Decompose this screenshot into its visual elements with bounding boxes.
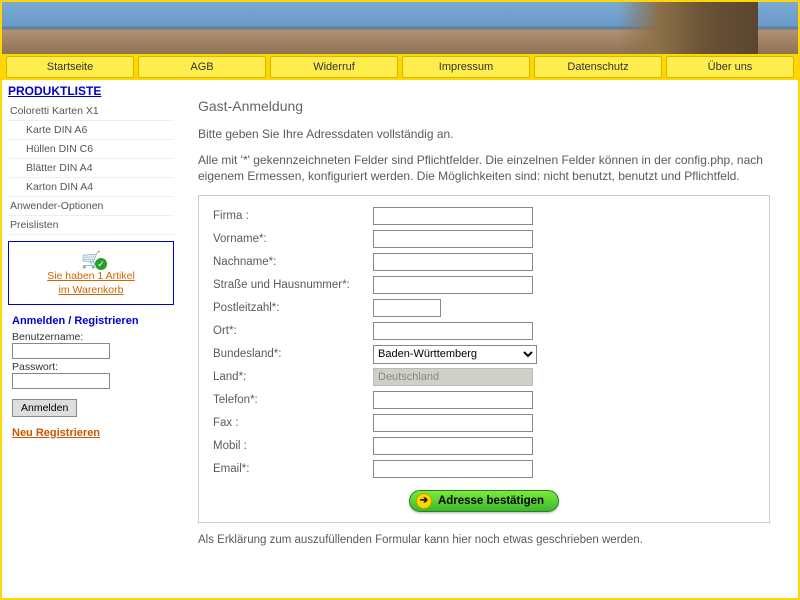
form-footnote: Als Erklärung zum auszufüllenden Formula…	[198, 533, 770, 549]
category-list: Coloretti Karten X1 Karte DIN A6 Hüllen …	[8, 102, 174, 235]
email-input[interactable]	[373, 460, 533, 478]
cat-anwender-optionen[interactable]: Anwender-Optionen	[8, 197, 174, 216]
cat-coloretti[interactable]: Coloretti Karten X1	[8, 102, 174, 121]
bundesland-label: Bundesland*:	[213, 348, 373, 360]
plz-input[interactable]	[373, 299, 441, 317]
cat-karte-a6[interactable]: Karte DIN A6	[8, 121, 174, 140]
cart-link-line1[interactable]: Sie haben 1 Artikel	[13, 270, 169, 282]
cat-huellen-c6[interactable]: Hüllen DIN C6	[8, 140, 174, 159]
fax-input[interactable]	[373, 414, 533, 432]
land-readonly: Deutschland	[373, 368, 533, 386]
strasse-input[interactable]	[373, 276, 533, 294]
main-nav: Startseite AGB Widerruf Impressum Datens…	[2, 54, 798, 80]
firma-input[interactable]	[373, 207, 533, 225]
vorname-label: Vorname*:	[213, 233, 373, 245]
check-icon: ✓	[95, 258, 107, 270]
nachname-label: Nachname*:	[213, 256, 373, 268]
nav-agb[interactable]: AGB	[138, 56, 266, 78]
mobil-label: Mobil :	[213, 440, 373, 452]
ort-label: Ort*:	[213, 325, 373, 337]
password-input[interactable]	[12, 373, 110, 389]
password-label: Passwort:	[12, 361, 170, 373]
nav-startseite[interactable]: Startseite	[6, 56, 134, 78]
username-label: Benutzername:	[12, 331, 170, 343]
cat-karton-a4[interactable]: Karton DIN A4	[8, 178, 174, 197]
nav-datenschutz[interactable]: Datenschutz	[534, 56, 662, 78]
main-content: Gast-Anmeldung Bitte geben Sie Ihre Adre…	[180, 80, 798, 598]
arrow-right-icon: ➔	[416, 493, 432, 509]
confirm-address-button[interactable]: ➔ Adresse bestätigen	[409, 490, 559, 512]
email-label: Email*:	[213, 463, 373, 475]
bundesland-select[interactable]: Baden-Württemberg	[373, 345, 537, 364]
fax-label: Fax :	[213, 417, 373, 429]
mobil-input[interactable]	[373, 437, 533, 455]
land-label: Land*:	[213, 371, 373, 383]
strasse-label: Straße und Hausnummer*:	[213, 279, 373, 291]
cart-icon: ✓	[79, 250, 103, 268]
nav-ueber-uns[interactable]: Über uns	[666, 56, 794, 78]
login-button[interactable]: Anmelden	[12, 399, 77, 417]
username-input[interactable]	[12, 343, 110, 359]
nav-widerruf[interactable]: Widerruf	[270, 56, 398, 78]
telefon-input[interactable]	[373, 391, 533, 409]
address-form: Firma : Vorname*: Nachname*: Straße und …	[198, 195, 770, 523]
nav-impressum[interactable]: Impressum	[402, 56, 530, 78]
cart-box: ✓ Sie haben 1 Artikel im Warenkorb	[8, 241, 174, 305]
telefon-label: Telefon*:	[213, 394, 373, 406]
nachname-input[interactable]	[373, 253, 533, 271]
intro-text-1: Bitte geben Sie Ihre Adressdaten vollstä…	[198, 126, 770, 142]
login-box: Anmelden / Registrieren Benutzername: Pa…	[8, 311, 174, 443]
sidebar: PRODUKTLISTE Coloretti Karten X1 Karte D…	[2, 80, 180, 598]
intro-text-2: Alle mit '*' gekennzeichneten Felder sin…	[198, 152, 770, 184]
cart-link-line2[interactable]: im Warenkorb	[13, 284, 169, 296]
plz-label: Postleitzahl*:	[213, 302, 373, 314]
product-list-title[interactable]: PRODUKTLISTE	[8, 84, 174, 98]
hero-banner	[2, 2, 798, 54]
cat-blaetter-a4[interactable]: Blätter DIN A4	[8, 159, 174, 178]
register-link[interactable]: Neu Registrieren	[12, 427, 170, 439]
page-heading: Gast-Anmeldung	[198, 98, 770, 114]
ort-input[interactable]	[373, 322, 533, 340]
cat-preislisten[interactable]: Preislisten	[8, 216, 174, 235]
confirm-label: Adresse bestätigen	[438, 495, 544, 507]
vorname-input[interactable]	[373, 230, 533, 248]
firma-label: Firma :	[213, 210, 373, 222]
login-title: Anmelden / Registrieren	[12, 315, 170, 327]
